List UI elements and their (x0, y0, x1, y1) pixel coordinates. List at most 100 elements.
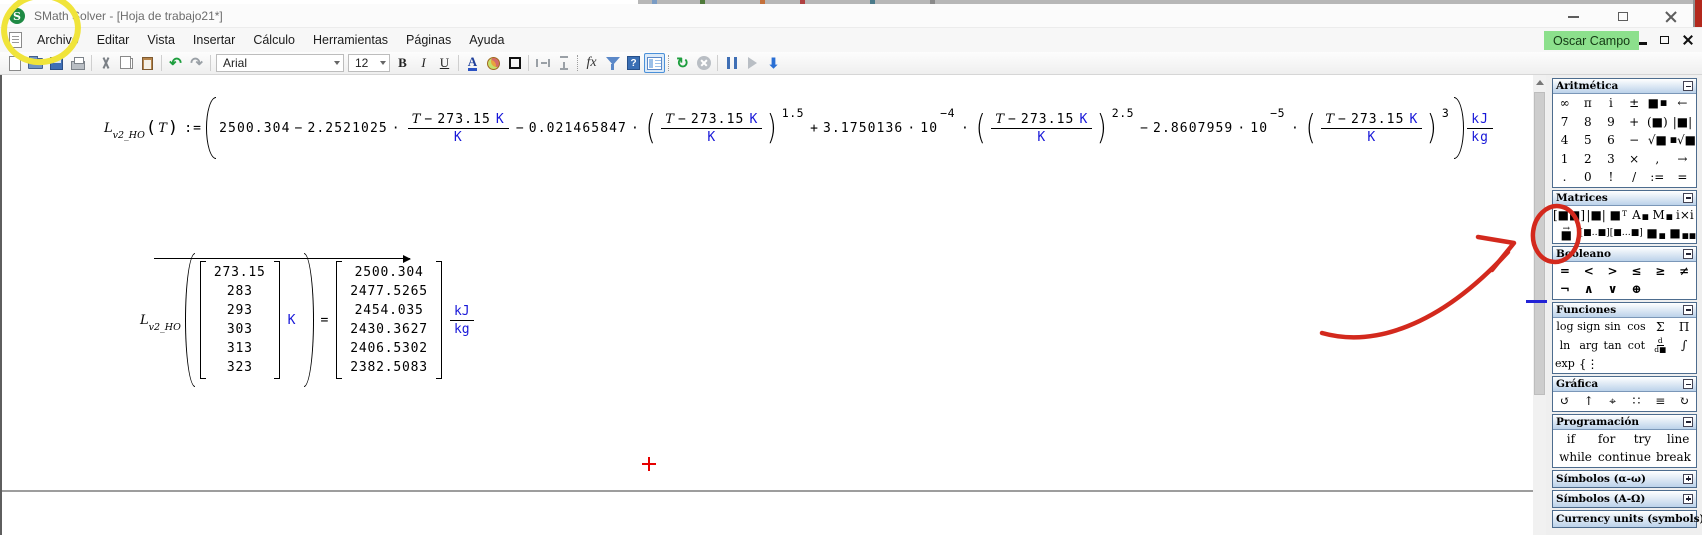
square-root-button[interactable]: √■ (1646, 131, 1669, 150)
decimal-point-button[interactable]: . (1553, 168, 1576, 187)
while-button[interactable]: while (1553, 448, 1598, 467)
vertical-spacing-button[interactable] (553, 53, 574, 73)
absolute-value-button[interactable]: |■| (1669, 113, 1696, 132)
digit-1-button[interactable]: 1 (1553, 150, 1576, 169)
horizontal-spacing-button[interactable] (532, 53, 553, 73)
log-button[interactable]: log (1553, 318, 1577, 337)
function-definition-region[interactable]: Lv2_HO (T) := 2500.304 − 2.2521025 · T−2… (104, 97, 1496, 159)
sign-button[interactable]: sign (1577, 318, 1601, 337)
copy-button[interactable] (116, 53, 137, 73)
menu-vista[interactable]: Vista (138, 30, 184, 50)
panel-header[interactable]: Símbolos (Α-Ω) (1553, 491, 1696, 507)
digit-8-button[interactable]: 8 (1576, 113, 1599, 132)
comma-button[interactable]: , (1646, 150, 1669, 169)
refresh-graph-button[interactable]: ↻ (1672, 392, 1696, 411)
evaluate-button[interactable]: = (1669, 168, 1696, 187)
derivative-button[interactable]: dd■ (1648, 336, 1672, 355)
vertical-scrollbar[interactable] (1533, 75, 1546, 535)
imaginary-unit-button[interactable]: i (1599, 94, 1622, 113)
pause-button[interactable] (721, 53, 742, 73)
plus-minus-button[interactable]: ± (1623, 94, 1646, 113)
move-button[interactable]: ⌖ (1601, 392, 1625, 411)
multiply-button[interactable]: × (1623, 150, 1646, 169)
greater-than-button[interactable]: > (1601, 262, 1625, 281)
cases-button[interactable]: {⋮ (1577, 355, 1601, 374)
panel-header[interactable]: Símbolos (α-ω) (1553, 471, 1696, 487)
collapse-icon[interactable] (1683, 249, 1693, 259)
range-step-button[interactable]: [■…■] (1610, 224, 1643, 243)
for-button[interactable]: for (1589, 430, 1625, 449)
definition-button[interactable]: := (1646, 168, 1669, 187)
insert-function-button[interactable]: fx (581, 53, 602, 73)
continue-button[interactable]: continue (1598, 448, 1651, 467)
exp-button[interactable]: exp (1553, 355, 1577, 374)
or-button[interactable]: ∨ (1601, 280, 1625, 299)
reference-book-button[interactable]: ? (623, 53, 644, 73)
power-button[interactable]: ■■ (1646, 94, 1669, 113)
digit-2-button[interactable]: 2 (1576, 150, 1599, 169)
print-button[interactable] (67, 53, 88, 73)
sin-button[interactable]: sin (1601, 318, 1625, 337)
undo-button[interactable]: ↶ (165, 53, 186, 73)
try-button[interactable]: try (1625, 430, 1661, 449)
user-badge[interactable]: Oscar Campo (1544, 31, 1639, 50)
and-button[interactable]: ∧ (1577, 280, 1601, 299)
background-color-button[interactable] (483, 53, 504, 73)
new-button[interactable] (4, 53, 25, 73)
border-button[interactable] (504, 53, 525, 73)
open-button[interactable] (25, 53, 46, 73)
collapse-icon[interactable] (1683, 81, 1693, 91)
recalculate-button[interactable]: ↻ (672, 53, 693, 73)
digit-6-button[interactable]: 6 (1599, 131, 1622, 150)
menu-herramientas[interactable]: Herramientas (304, 30, 397, 50)
mdi-restore-button[interactable] (1656, 32, 1673, 48)
collapse-icon[interactable] (1683, 305, 1693, 315)
grid-button[interactable]: ∷ (1625, 392, 1649, 411)
summation-button[interactable]: Σ (1648, 318, 1672, 337)
line-button[interactable]: line (1660, 430, 1696, 449)
worksheet-canvas[interactable]: Lv2_HO (T) := 2500.304 − 2.2521025 · T−2… (0, 75, 1533, 535)
step-button[interactable]: ⬇ (763, 53, 784, 73)
matrix-button[interactable]: [■■] (1553, 206, 1585, 225)
font-family-select[interactable]: Arial (216, 54, 344, 72)
divide-button[interactable]: / (1623, 168, 1646, 187)
arg-button[interactable]: arg (1577, 336, 1601, 355)
less-equal-button[interactable]: ≤ (1625, 262, 1649, 281)
arrow-right-button[interactable]: → (1669, 150, 1696, 169)
menu-calculo[interactable]: Cálculo (244, 30, 304, 50)
ln-button[interactable]: ln (1553, 336, 1577, 355)
tan-button[interactable]: tan (1601, 336, 1625, 355)
range-button[interactable]: [■‥■] (1580, 224, 1610, 243)
cot-button[interactable]: cot (1625, 336, 1649, 355)
rotate-button[interactable]: ↺ (1553, 392, 1577, 411)
evaluation-region[interactable]: Lv2_HO 273.15 283 293 303 313 323 K = 25… (140, 253, 477, 387)
backspace-button[interactable]: ← (1669, 94, 1696, 113)
vectorize-button[interactable]: →■ (1553, 224, 1580, 243)
font-size-select[interactable]: 12 (348, 54, 390, 72)
determinant-button[interactable]: |■| (1585, 206, 1607, 225)
digit-9-button[interactable]: 9 (1599, 113, 1622, 132)
algebraic-complement-button[interactable]: A■ (1629, 206, 1651, 225)
product-button[interactable]: Π (1672, 318, 1696, 337)
menu-editar[interactable]: Editar (88, 30, 139, 50)
panel-header[interactable]: Booleano (1553, 247, 1696, 262)
digit-5-button[interactable]: 5 (1576, 131, 1599, 150)
greater-equal-button[interactable]: ≥ (1648, 262, 1672, 281)
integral-button[interactable]: ∫ (1672, 336, 1696, 355)
lines-button[interactable]: ≡ (1648, 392, 1672, 411)
redo-button[interactable]: ↷ (186, 53, 207, 73)
menu-paginas[interactable]: Páginas (397, 30, 460, 50)
cross-product-button[interactable]: i×i (1674, 206, 1696, 225)
mdi-minimize-button[interactable] (1634, 32, 1651, 48)
matrix-element-2d-button[interactable]: ■■■ (1669, 224, 1696, 243)
subtract-button[interactable]: − (1623, 131, 1646, 150)
bold-button[interactable]: B (392, 53, 413, 73)
underline-button[interactable]: U (434, 53, 455, 73)
cos-button[interactable]: cos (1625, 318, 1649, 337)
matrix-element-button[interactable]: ■■ (1643, 224, 1670, 243)
minor-button[interactable]: M■ (1652, 206, 1674, 225)
add-button[interactable]: + (1623, 113, 1646, 132)
parentheses-button[interactable]: (■) (1646, 113, 1669, 132)
collapse-icon[interactable] (1683, 193, 1693, 203)
minimize-button[interactable] (1556, 7, 1590, 26)
